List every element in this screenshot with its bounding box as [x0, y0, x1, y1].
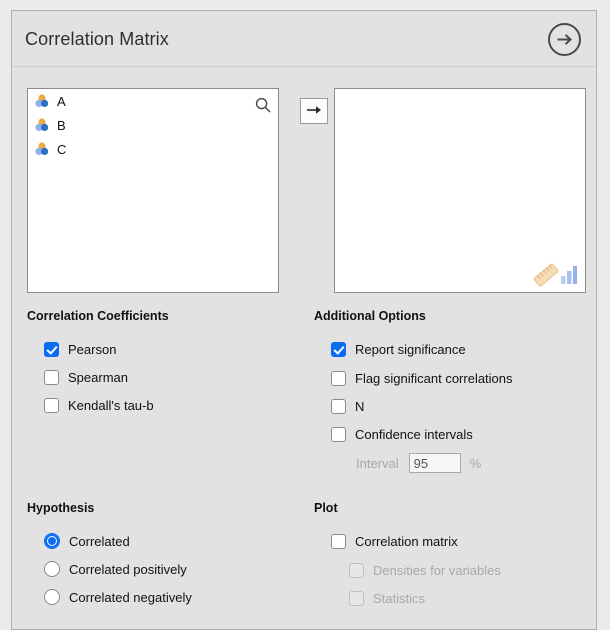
checkbox-indicator	[331, 534, 346, 549]
checkbox-indicator	[331, 427, 346, 442]
checkbox-n[interactable]: N	[331, 396, 364, 416]
checkbox-indicator	[349, 563, 364, 578]
checkbox-indicator	[331, 371, 346, 386]
checkbox-kendalls-tau-b[interactable]: Kendall's tau-b	[44, 395, 154, 415]
interval-label: Interval	[356, 456, 399, 471]
checkbox-report-significance[interactable]: Report significance	[331, 339, 466, 359]
checkbox-pearson[interactable]: Pearson	[44, 339, 116, 359]
checkbox-correlation-matrix[interactable]: Correlation matrix	[331, 531, 458, 551]
page-title: Correlation Matrix	[25, 29, 169, 50]
radio-label: Correlated	[69, 534, 130, 549]
list-item[interactable]: A	[28, 89, 278, 113]
additional-options-title: Additional Options	[314, 309, 426, 323]
checkbox-label: Densities for variables	[373, 563, 501, 578]
checkbox-spearman[interactable]: Spearman	[44, 367, 128, 387]
radio-label: Correlated positively	[69, 562, 187, 577]
interval-input[interactable]	[409, 453, 461, 473]
interval-unit-label: %	[470, 456, 482, 471]
radio-indicator	[44, 589, 60, 605]
checkbox-indicator	[44, 342, 59, 357]
radio-indicator	[44, 533, 60, 549]
checkbox-flag-significant-correlations[interactable]: Flag significant correlations	[331, 368, 513, 388]
checkbox-confidence-intervals[interactable]: Confidence intervals	[331, 424, 473, 444]
source-variable-list[interactable]: A B C	[27, 88, 279, 293]
checkbox-label: Kendall's tau-b	[68, 398, 154, 413]
checkbox-label: N	[355, 399, 364, 414]
transfer-variables-button[interactable]	[300, 98, 328, 124]
checkbox-indicator	[44, 370, 59, 385]
checkbox-label: Flag significant correlations	[355, 371, 513, 386]
checkbox-indicator	[331, 342, 346, 357]
radio-correlated-positively[interactable]: Correlated positively	[44, 559, 187, 579]
checkbox-label: Pearson	[68, 342, 116, 357]
scale-variable-icon	[34, 93, 50, 109]
correlation-coefficients-title: Correlation Coefficients	[27, 309, 169, 323]
checkbox-indicator	[331, 399, 346, 414]
panel-header: Correlation Matrix	[12, 11, 596, 67]
checkbox-statistics: Statistics	[349, 588, 425, 608]
checkbox-label: Statistics	[373, 591, 425, 606]
arrow-right-icon	[306, 104, 322, 119]
list-item-label: C	[57, 142, 66, 157]
checkbox-densities-for-variables: Densities for variables	[349, 560, 501, 580]
checkbox-label: Confidence intervals	[355, 427, 473, 442]
target-variable-list[interactable]	[334, 88, 586, 293]
arrow-right-circle-icon[interactable]	[547, 22, 582, 57]
radio-correlated[interactable]: Correlated	[44, 531, 130, 551]
radio-label: Correlated negatively	[69, 590, 192, 605]
ruler-barchart-icon	[533, 261, 577, 287]
list-item-label: B	[57, 118, 66, 133]
radio-indicator	[44, 561, 60, 577]
checkbox-indicator	[44, 398, 59, 413]
checkbox-label: Spearman	[68, 370, 128, 385]
checkbox-indicator	[349, 591, 364, 606]
interval-row: Interval %	[356, 453, 481, 473]
plot-title: Plot	[314, 501, 338, 515]
list-item-label: A	[57, 94, 66, 109]
search-icon[interactable]	[255, 97, 271, 113]
correlation-matrix-panel: Correlation Matrix A	[11, 10, 597, 630]
checkbox-label: Report significance	[355, 342, 466, 357]
list-item[interactable]: B	[28, 113, 278, 137]
list-item[interactable]: C	[28, 137, 278, 161]
scale-variable-icon	[34, 141, 50, 157]
hypothesis-title: Hypothesis	[27, 501, 94, 515]
radio-correlated-negatively[interactable]: Correlated negatively	[44, 587, 192, 607]
scale-variable-icon	[34, 117, 50, 133]
checkbox-label: Correlation matrix	[355, 534, 458, 549]
